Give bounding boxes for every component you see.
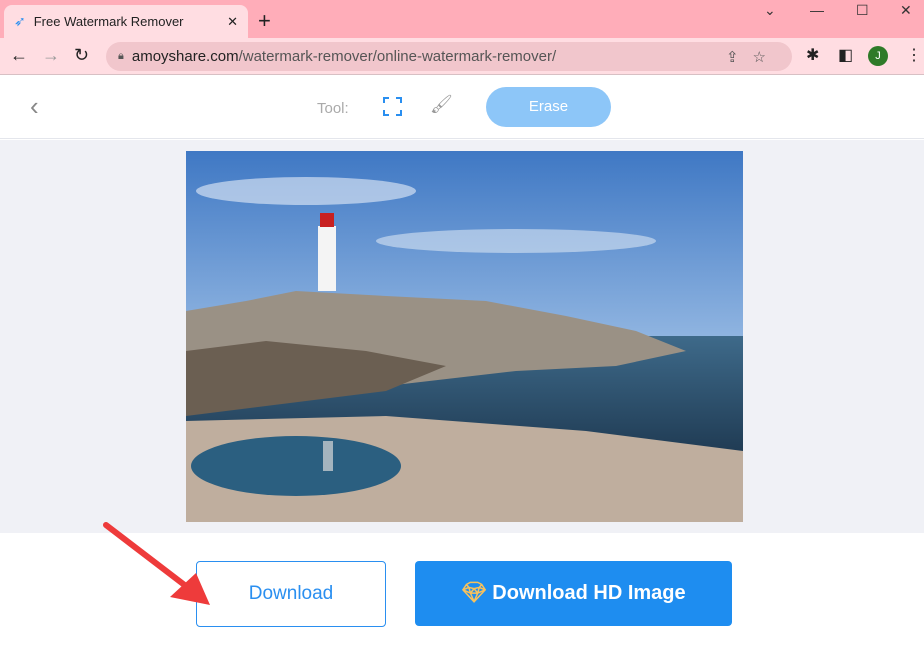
erase-button[interactable]: Erase [486,87,611,127]
address-bar[interactable]: 🔒︎ amoyshare.com/watermark-remover/onlin… [106,42,792,71]
download-button[interactable]: Download [196,561,386,627]
browser-toolbar: ← → ↻ 🔒︎ amoyshare.com/watermark-remover… [0,38,924,75]
tab-search-icon[interactable]: ⌄ [764,2,776,19]
download-hd-button[interactable]: 💎︎ Download HD Image [415,561,732,626]
uploaded-photo[interactable] [186,151,743,522]
browser-tab[interactable]: ➶ Free Watermark Remover Online ✕ [4,5,248,38]
url-host: amoyshare.com [131,48,239,65]
close-tab-icon[interactable]: ✕ [227,14,238,30]
share-icon[interactable]: ⇪ [726,49,753,66]
rectangle-select-icon[interactable] [383,97,402,116]
new-tab-button[interactable]: + [258,8,271,34]
maximize-button[interactable]: ☐ [856,2,869,19]
brush-icon[interactable]: 🖌︎ [430,94,453,115]
extensions-icon[interactable]: ✱ [806,45,819,65]
menu-kebab-icon[interactable]: ⋮ [906,45,922,65]
lock-icon: 🔒︎ [118,50,124,62]
side-panel-icon[interactable]: ◧ [838,45,853,65]
url-path: /watermark-remover/online-watermark-remo… [238,48,557,65]
forward-arrow-icon[interactable]: → [42,45,60,66]
annotation-arrow [103,522,210,605]
avatar[interactable]: J [868,46,888,66]
browser-tab-bar: ➶ Free Watermark Remover Online ✕ + ⌄ — … [0,0,924,38]
editor-header: ‹ Tool: 🖌︎ Erase [0,75,924,139]
site-logo-icon: ➶ [14,13,26,29]
bookmark-star-icon[interactable]: ☆ [753,49,780,66]
tool-label: Tool: [317,100,349,117]
back-arrow-icon[interactable]: ← [10,45,28,66]
download-hd-label: Download HD Image [492,582,686,604]
close-window-button[interactable]: ✕ [900,2,912,19]
tab-title: Free Watermark Remover Online [33,14,184,29]
minimize-button[interactable]: — [810,2,824,18]
back-chevron-icon[interactable]: ‹ [30,91,39,122]
diamond-icon: 💎︎ [461,582,487,604]
image-stage [0,140,924,533]
reload-icon[interactable]: ↻ [74,45,89,66]
